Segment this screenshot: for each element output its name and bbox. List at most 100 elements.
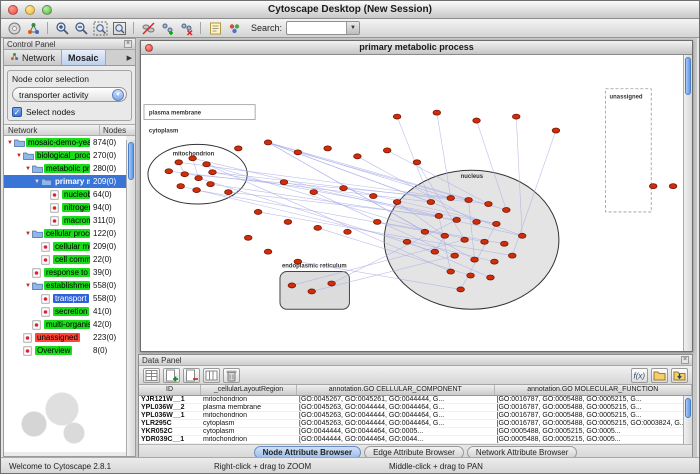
network-node[interactable] <box>207 182 215 187</box>
network-node[interactable] <box>453 217 461 222</box>
network-node[interactable] <box>308 289 316 294</box>
control-panel-scrollbar[interactable] <box>126 140 135 456</box>
network-node[interactable] <box>433 110 441 115</box>
network-node[interactable] <box>552 128 560 133</box>
network-node[interactable] <box>473 118 481 123</box>
network-window-close-button[interactable] <box>145 44 153 52</box>
network-node[interactable] <box>165 169 173 174</box>
tab-network[interactable]: Network <box>4 50 62 65</box>
expand-triangle-icon[interactable]: ▼ <box>24 166 32 172</box>
network-node[interactable] <box>403 239 411 244</box>
destroy-view-icon[interactable] <box>177 20 195 37</box>
network-node[interactable] <box>244 235 252 240</box>
network-node[interactable] <box>447 196 455 201</box>
network-node[interactable] <box>473 219 481 224</box>
network-node[interactable] <box>254 209 262 214</box>
network-node[interactable] <box>314 225 322 230</box>
control-panel-close-icon[interactable]: × <box>124 40 132 48</box>
network-node[interactable] <box>280 180 288 185</box>
delete-attribute-icon[interactable] <box>183 368 200 383</box>
create-view-icon[interactable] <box>158 20 176 37</box>
network-node[interactable] <box>451 253 459 258</box>
tree-row-macromolecule[interactable]: macromolecule...311(0) <box>4 214 126 227</box>
network-node[interactable] <box>370 194 378 199</box>
tree-row-overview[interactable]: Overview8(0) <box>4 344 126 357</box>
column-header-annotation-go-molecular-function[interactable]: annotation.GO MOLECULAR_FUNCTION <box>495 385 693 395</box>
folder-save-icon[interactable] <box>671 368 688 383</box>
network-node[interactable] <box>413 160 421 165</box>
network-node[interactable] <box>324 146 332 151</box>
network-node[interactable] <box>209 170 217 175</box>
network-node[interactable] <box>310 190 318 195</box>
network-node[interactable] <box>340 186 348 191</box>
network-node[interactable] <box>177 184 185 189</box>
network-node[interactable] <box>225 190 233 195</box>
network-node[interactable] <box>383 148 391 153</box>
network-node[interactable] <box>465 198 473 203</box>
search-dropdown-arrow-icon[interactable]: ▼ <box>346 22 359 34</box>
network-node[interactable] <box>235 146 243 151</box>
attribute-table-icon[interactable] <box>203 368 220 383</box>
column-header-annotation-go-cellular-component[interactable]: annotation.GO CELLULAR_COMPONENT <box>297 385 495 395</box>
table-row[interactable]: YDR039C__1mitochondrion[GO:0044444, GO:0… <box>139 436 692 444</box>
tree-header-network[interactable]: Network <box>4 125 99 135</box>
network-node[interactable] <box>447 269 455 274</box>
network-icon[interactable] <box>24 20 42 37</box>
network-node[interactable] <box>393 200 401 205</box>
network-node[interactable] <box>508 253 516 258</box>
network-node[interactable] <box>393 114 401 119</box>
network-node[interactable] <box>493 221 501 226</box>
network-node[interactable] <box>294 259 302 264</box>
network-node[interactable] <box>457 287 465 292</box>
network-node[interactable] <box>195 176 203 181</box>
tree-row-multi-organism-pro[interactable]: multi-organism pro...42(0) <box>4 318 126 331</box>
tree-row-cell-communicat[interactable]: cell communicat...22(0) <box>4 253 126 266</box>
network-node[interactable] <box>421 229 429 234</box>
network-node[interactable] <box>501 241 509 246</box>
formula-icon[interactable]: f(x) <box>631 368 648 383</box>
network-node[interactable] <box>467 273 475 278</box>
tree-row-metabolic-process[interactable]: ▼metabolic process280(0) <box>4 162 126 175</box>
network-node[interactable] <box>294 150 302 155</box>
network-node[interactable] <box>518 233 526 238</box>
network-view-scrollbar[interactable] <box>683 55 692 351</box>
tree-row-biological-process[interactable]: ▼biological_process270(0) <box>4 149 126 162</box>
zoom-selected-icon[interactable] <box>91 20 109 37</box>
tree-row-primary-metabo[interactable]: ▼primary metabo...209(0) <box>4 175 126 188</box>
expand-triangle-icon[interactable]: ▼ <box>33 179 41 185</box>
network-node[interactable] <box>461 237 469 242</box>
network-node[interactable] <box>487 275 495 280</box>
network-node[interactable] <box>441 233 449 238</box>
network-node[interactable] <box>503 207 511 212</box>
zoom-window-button[interactable] <box>42 5 52 15</box>
network-node[interactable] <box>669 184 677 189</box>
network-node[interactable] <box>181 172 189 177</box>
node-color-dropdown[interactable]: transporter activity ▼ <box>12 87 127 102</box>
column-header-id[interactable]: ID <box>139 385 201 395</box>
session-icon[interactable] <box>5 20 23 37</box>
tree-row-unassigned[interactable]: unassigned223(0) <box>4 331 126 344</box>
scrollbar-thumb[interactable] <box>128 142 134 180</box>
network-node[interactable] <box>512 114 520 119</box>
close-button[interactable] <box>8 5 18 15</box>
network-node[interactable] <box>431 249 439 254</box>
scrollbar-thumb[interactable] <box>685 57 691 95</box>
expand-triangle-icon[interactable]: ▼ <box>24 283 32 289</box>
expand-triangle-icon[interactable]: ▼ <box>24 231 32 237</box>
zoom-in-icon[interactable] <box>53 20 71 37</box>
network-node[interactable] <box>288 283 296 288</box>
minimize-button[interactable] <box>25 5 35 15</box>
network-node[interactable] <box>203 162 211 167</box>
network-node[interactable] <box>649 184 657 189</box>
network-node[interactable] <box>373 219 381 224</box>
network-canvas[interactable]: plasma membranecytoplasmmitochondrionnuc… <box>141 55 683 351</box>
search-combo[interactable]: ▼ <box>286 21 360 35</box>
network-node[interactable] <box>264 140 272 145</box>
network-node[interactable] <box>284 219 292 224</box>
network-node[interactable] <box>485 202 493 207</box>
zoom-fit-icon[interactable] <box>110 20 128 37</box>
network-window-titlebar[interactable]: primary metabolic process <box>141 41 692 55</box>
network-node[interactable] <box>354 154 362 159</box>
network-node[interactable] <box>193 188 201 193</box>
data-panel-close-icon[interactable]: × <box>681 356 689 364</box>
